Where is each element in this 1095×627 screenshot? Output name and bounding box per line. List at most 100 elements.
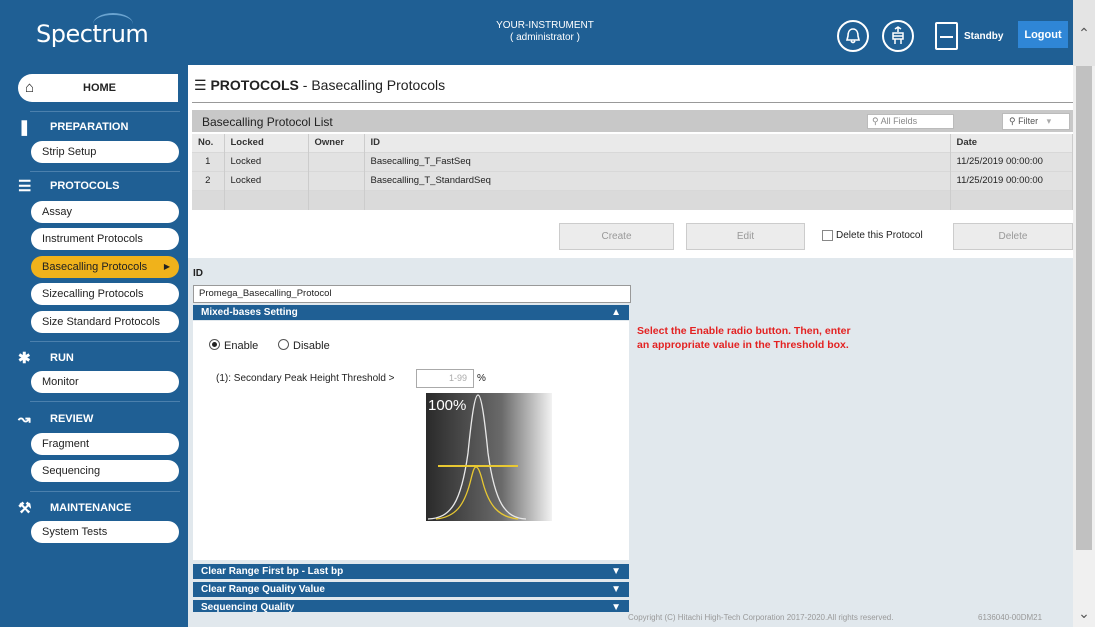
document-code: 6136040-00DM21 (978, 613, 1043, 622)
section-title: REVIEW (50, 413, 94, 425)
sidebar-item-monitor[interactable]: Monitor (31, 371, 179, 393)
divider (30, 171, 180, 172)
divider (30, 111, 180, 112)
top-bar: Spectrum YOUR-INSTRUMENT ( administrator… (0, 0, 1073, 65)
id-field[interactable]: Promega_Basecalling_Protocol (193, 285, 631, 303)
bell-icon[interactable] (837, 20, 869, 52)
standby-icon[interactable] (935, 22, 958, 50)
column-header[interactable]: Date (950, 134, 1073, 152)
title-divider (192, 102, 1073, 103)
sidebar-item-instrument-protocols[interactable]: Instrument Protocols (31, 228, 179, 250)
divider (30, 491, 180, 492)
section-header-label: Clear Range First bp - Last bp (201, 566, 344, 577)
column-header[interactable]: Owner (308, 134, 365, 152)
wrench-icon: ⚒ (18, 500, 32, 517)
peak-threshold-figure: 100% (426, 393, 552, 524)
delete-button[interactable]: Delete (953, 223, 1073, 250)
sidebar: ⌂ HOME ❚ PREPARATION Strip Setup ☰ PROTO… (0, 65, 188, 627)
instrument-name: YOUR-INSTRUMENT (496, 20, 594, 31)
cell-locked: Locked (224, 170, 309, 190)
chevron-down-icon: ▼ (611, 602, 621, 612)
search-icon: ⚲ (1009, 116, 1016, 126)
chevron-up-icon: ▲ (611, 307, 621, 318)
list-icon: ☰ (194, 77, 211, 93)
sidebar-item-sizecalling-protocols[interactable]: Sizecalling Protocols (31, 283, 179, 305)
cell-owner (308, 151, 365, 171)
protocol-list-title: Basecalling Protocol List (202, 115, 333, 129)
threshold-input[interactable]: 1-99 (416, 369, 474, 388)
radio-selected-icon[interactable] (209, 339, 220, 350)
copyright-text: Copyright (C) Hitachi High-Tech Corporat… (628, 613, 894, 622)
scroll-thumb[interactable] (1076, 66, 1092, 550)
instrument-info: YOUR-INSTRUMENT ( administrator ) (470, 20, 620, 44)
sidebar-item-fragment[interactable]: Fragment (31, 433, 179, 455)
section-header-label: Sequencing Quality (201, 602, 295, 612)
create-button[interactable]: Create (559, 223, 674, 250)
home-button[interactable]: ⌂ HOME (18, 74, 178, 102)
filter-dropdown[interactable]: ⚲ Filter ▾ (1002, 113, 1070, 130)
cell-id: Basecalling_T_StandardSeq (364, 170, 951, 190)
sidebar-item-basecalling-protocols[interactable]: Basecalling Protocols (31, 256, 179, 278)
protocol-list-header: Basecalling Protocol List ⚲ All Fields ⚲… (192, 110, 1073, 132)
search-icon: ⚲ (872, 116, 879, 126)
protocol-table: No. Locked Owner ID Date 1 Locked Baseca… (192, 134, 1073, 210)
clear-range-quality-section-header[interactable]: Clear Range Quality Value ▼ (193, 582, 629, 597)
logout-button[interactable]: Logout (1018, 21, 1068, 48)
sidebar-item-sequencing[interactable]: Sequencing (31, 460, 179, 482)
disable-label: Disable (293, 340, 330, 352)
enable-radio[interactable]: Enable (209, 339, 258, 352)
main-content: ☰ PROTOCOLS - Basecalling Protocols Base… (188, 65, 1073, 627)
checkbox-icon[interactable] (822, 230, 833, 241)
id-label: ID (193, 268, 203, 279)
mixed-bases-section-header[interactable]: Mixed-bases Setting ▲ (193, 305, 629, 320)
home-label: HOME (83, 82, 116, 94)
search-input[interactable]: ⚲ All Fields (867, 114, 954, 129)
chart-icon: ↝ (18, 411, 31, 428)
cell-owner (308, 170, 365, 190)
run-icon: ✱ (18, 350, 31, 367)
chevron-down-icon: ▼ (611, 566, 621, 577)
edit-button[interactable]: Edit (686, 223, 805, 250)
sidebar-item-assay[interactable]: Assay (31, 201, 179, 223)
sidebar-item-size-standard-protocols[interactable]: Size Standard Protocols (31, 311, 179, 333)
column-header[interactable]: Locked (224, 134, 309, 152)
delete-protocol-checkbox[interactable]: Delete this Protocol (822, 230, 923, 241)
disable-radio[interactable]: Disable (278, 339, 330, 352)
divider (30, 341, 180, 342)
scroll-down-icon[interactable]: ⌄ (1073, 600, 1095, 627)
column-header[interactable]: ID (364, 134, 951, 152)
chevron-down-icon: ▼ (611, 584, 621, 595)
table-row[interactable]: 2 Locked Basecalling_T_StandardSeq 11/25… (192, 170, 1073, 190)
search-placeholder: All Fields (880, 116, 918, 126)
sequencing-quality-section-header[interactable]: Sequencing Quality ▼ (193, 600, 629, 612)
column-header[interactable]: No. (192, 134, 225, 152)
user-role: ( administrator ) (509, 32, 580, 43)
figure-label: 100% (428, 397, 467, 414)
enable-label: Enable (224, 340, 259, 352)
pipette-icon: ❚ (18, 119, 31, 136)
cell-locked: Locked (224, 151, 309, 171)
table-row[interactable]: 1 Locked Basecalling_T_FastSeq 11/25/201… (192, 151, 1073, 171)
table-header-row: No. Locked Owner ID Date (192, 134, 1073, 152)
logo-arc-icon (93, 13, 133, 35)
cell-id: Basecalling_T_FastSeq (364, 151, 951, 171)
scroll-up-icon[interactable]: ⌃ (1073, 0, 1095, 66)
status-text: Standby (964, 31, 1004, 42)
page-title: ☰ PROTOCOLS - Basecalling Protocols (194, 77, 445, 94)
clear-range-section-header[interactable]: Clear Range First bp - Last bp ▼ (193, 564, 629, 579)
page-title-section: PROTOCOLS (210, 77, 299, 93)
cell-date: 11/25/2019 00:00:00 (950, 151, 1073, 171)
cell-date: 11/25/2019 00:00:00 (950, 170, 1073, 190)
radio-unselected-icon[interactable] (278, 339, 289, 350)
page-scrollbar[interactable]: ⌃ ⌄ (1073, 0, 1095, 627)
mixed-bases-section-body: Enable Disable (1): Secondary Peak Heigh… (193, 321, 629, 560)
section-header-label: Clear Range Quality Value (201, 584, 325, 595)
sidebar-item-system-tests[interactable]: System Tests (31, 521, 179, 543)
table-row-empty (192, 189, 1073, 210)
cassette-icon[interactable] (882, 20, 914, 52)
sidebar-item-strip-setup[interactable]: Strip Setup (31, 141, 179, 163)
page-title-sub: - Basecalling Protocols (298, 77, 446, 93)
cell-no: 2 (192, 170, 225, 190)
home-icon: ⌂ (25, 79, 35, 96)
section-title: PREPARATION (50, 121, 129, 133)
